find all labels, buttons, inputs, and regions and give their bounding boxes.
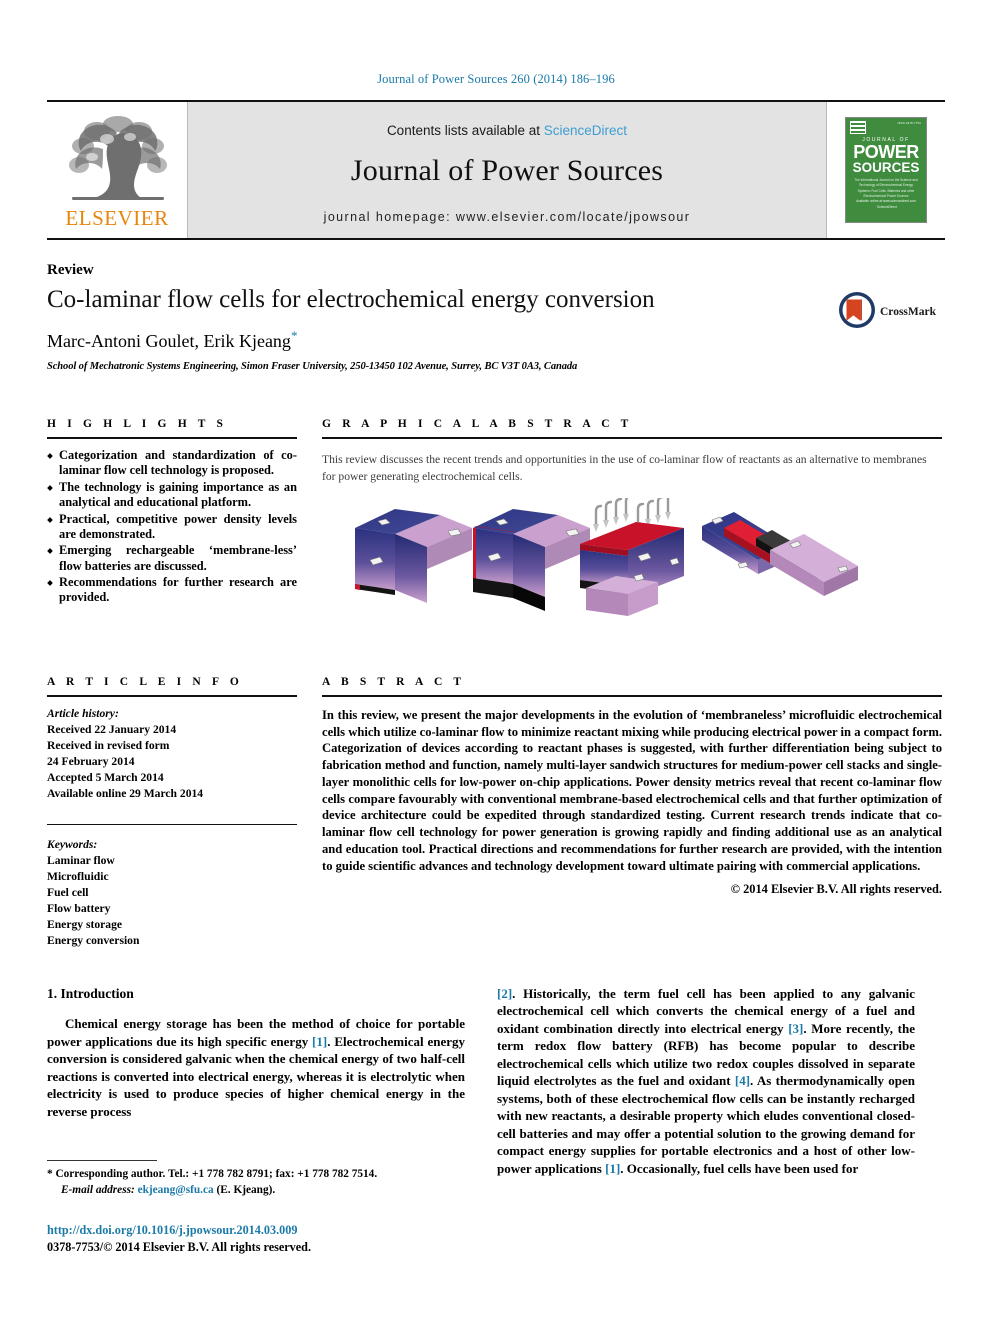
article-info-heading: A R T I C L E I N F O [47,676,243,688]
keywords-label: Keywords: [47,837,98,851]
graphical-abstract-rule [322,437,942,439]
crossmark-label: CrossMark [880,306,937,318]
email-owner: (E. Kjeang). [216,1184,276,1197]
masthead-center: Contents lists available at ScienceDirec… [187,102,827,238]
keyword-item: Energy storage [47,917,123,931]
keyword-item: Flow battery [47,901,111,915]
footnote-line: * Corresponding author. Tel.: +1 778 782… [47,1166,465,1182]
citation-ref[interactable]: [2] [497,986,512,1001]
cover-publisher-mark [850,121,866,134]
keyword-item: Energy conversion [47,933,140,947]
highlights-heading: H I G H L I G H T S [47,418,228,430]
page-title: Co-laminar flow cells for electrochemica… [47,286,655,313]
keyword-item: Fuel cell [47,885,89,899]
abstract-heading: A B S T R A C T [322,676,466,688]
journal-cover-thumbnail: ISSN 0378-7753 JOURNAL OF POWER SOURCES … [827,102,945,238]
keywords-rule [47,823,297,825]
graphical-abstract-section: G R A P H I C A L A B S T R A C T This r… [322,418,942,616]
keyword-item: Microfluidic [47,869,109,883]
running-head: Journal of Power Sources 260 (2014) 186–… [377,72,615,86]
keyword-item: Laminar flow [47,853,115,867]
history-line: Available online 29 March 2014 [47,786,204,800]
cover-sources-word: SOURCES [852,160,920,175]
contents-prefix: Contents lists available at [386,122,544,138]
citation-ref[interactable]: [1] [605,1161,620,1176]
footnote-rule [47,1160,157,1161]
article-info-section: A R T I C L E I N F O Article history: R… [47,676,297,949]
cover-footer: Available online at www.sciencedirect.co… [856,198,916,209]
cover-issn: ISSN 0378-7753 [897,122,921,125]
body-paragraph: [2]. Historically, the term fuel cell ha… [497,985,915,1177]
sciencedirect-link[interactable]: ScienceDirect [544,123,627,138]
journal-title: Journal of Power Sources [350,153,664,187]
elsevier-wordmark: ELSEVIER [65,206,169,230]
elsevier-logo: ELSEVIER [47,102,187,238]
cover-subtitle: The International Journal on the Science… [854,178,918,199]
abstract-rule [322,695,942,697]
author-names: Marc-Antoni Goulet, Erik Kjeang [47,331,291,351]
author-list: Marc-Antoni Goulet, Erik Kjeang* [47,328,297,352]
graphical-abstract-heading: G R A P H I C A L A B S T R A C T [322,418,633,430]
article-info-rule [47,695,297,697]
abstract-section: A B S T R A C T In this review, we prese… [322,676,942,897]
article-history-label: Article history: [47,707,119,720]
footnote-email-line: E-mail address: ekjeang@sfu.ca (E. Kjean… [47,1182,465,1198]
history-line: Received in revised form [47,738,170,752]
footnote-contact: Corresponding author. Tel.: +1 778 782 8… [52,1168,378,1180]
citation-ref[interactable]: [1] [312,1034,327,1049]
list-item: The technology is gaining importance as … [47,480,297,511]
graphical-abstract-caption: This review discusses the recent trends … [322,453,927,484]
email-label: E-mail address: [61,1184,135,1197]
doi-footer: http://dx.doi.org/10.1016/j.jpowsour.201… [47,1222,465,1257]
article-history-block: Article history: Received 22 January 201… [47,706,297,802]
crossmark-icon [838,291,876,334]
list-item: Categorization and standardization of co… [47,448,297,479]
list-item: Recommendations for further research are… [47,575,297,606]
corresponding-author-footnote: * Corresponding author. Tel.: +1 778 782… [47,1166,465,1198]
keywords-block: Keywords: Laminar flow Microfluidic Fuel… [47,837,297,949]
cover-power-word: POWER [853,142,919,162]
highlights-section: H I G H L I G H T S Categorization and s… [47,418,297,607]
issn-copyright: 0378-7753/© 2014 Elsevier B.V. All right… [47,1240,312,1255]
history-line: Received 22 January 2014 [47,722,177,736]
paper-page: Journal of Power Sources 260 (2014) 186–… [0,0,992,1323]
author-affiliation: School of Mechatronic Systems Engineerin… [47,361,578,372]
body-column-right: [2]. Historically, the term fuel cell ha… [497,985,915,1177]
article-type-label: Review [47,262,94,278]
body-column-left: 1. Introduction Chemical energy storage … [47,985,465,1120]
body-paragraph: Chemical energy storage has been the met… [47,1015,465,1120]
journal-masthead: ELSEVIER Contents lists available at Sci… [47,100,945,240]
doi-link[interactable]: http://dx.doi.org/10.1016/j.jpowsour.201… [47,1222,465,1239]
graphical-abstract-figure [322,492,937,616]
citation-ref[interactable]: [4] [735,1073,750,1088]
email-link[interactable]: ekjeang@sfu.ca [138,1184,214,1196]
abstract-copyright: © 2014 Elsevier B.V. All rights reserved… [730,882,942,897]
citation-ref[interactable]: [3] [788,1021,803,1036]
history-line: 24 February 2014 [47,754,135,768]
section-title-introduction: 1. Introduction [47,986,134,1001]
highlights-list: Categorization and standardization of co… [47,448,297,606]
contents-list-line: Contents lists available at ScienceDirec… [387,123,627,138]
journal-homepage-link[interactable]: journal homepage: www.elsevier.com/locat… [324,210,691,224]
abstract-text: In this review, we present the major dev… [322,708,942,873]
list-item: Practical, competitive power density lev… [47,512,297,543]
body-text-segment: . Occasionally, fuel cells have been use… [620,1160,859,1176]
cover-art: ISSN 0378-7753 JOURNAL OF POWER SOURCES … [845,117,927,223]
history-line: Accepted 5 March 2014 [47,770,164,784]
list-item: Emerging rechargeable ‘membrane-less’ fl… [47,543,297,574]
highlights-rule [47,437,297,439]
elsevier-tree-icon [67,115,167,207]
crossmark-badge[interactable]: CrossMark [838,289,942,335]
corresponding-author-marker: * [290,328,298,343]
